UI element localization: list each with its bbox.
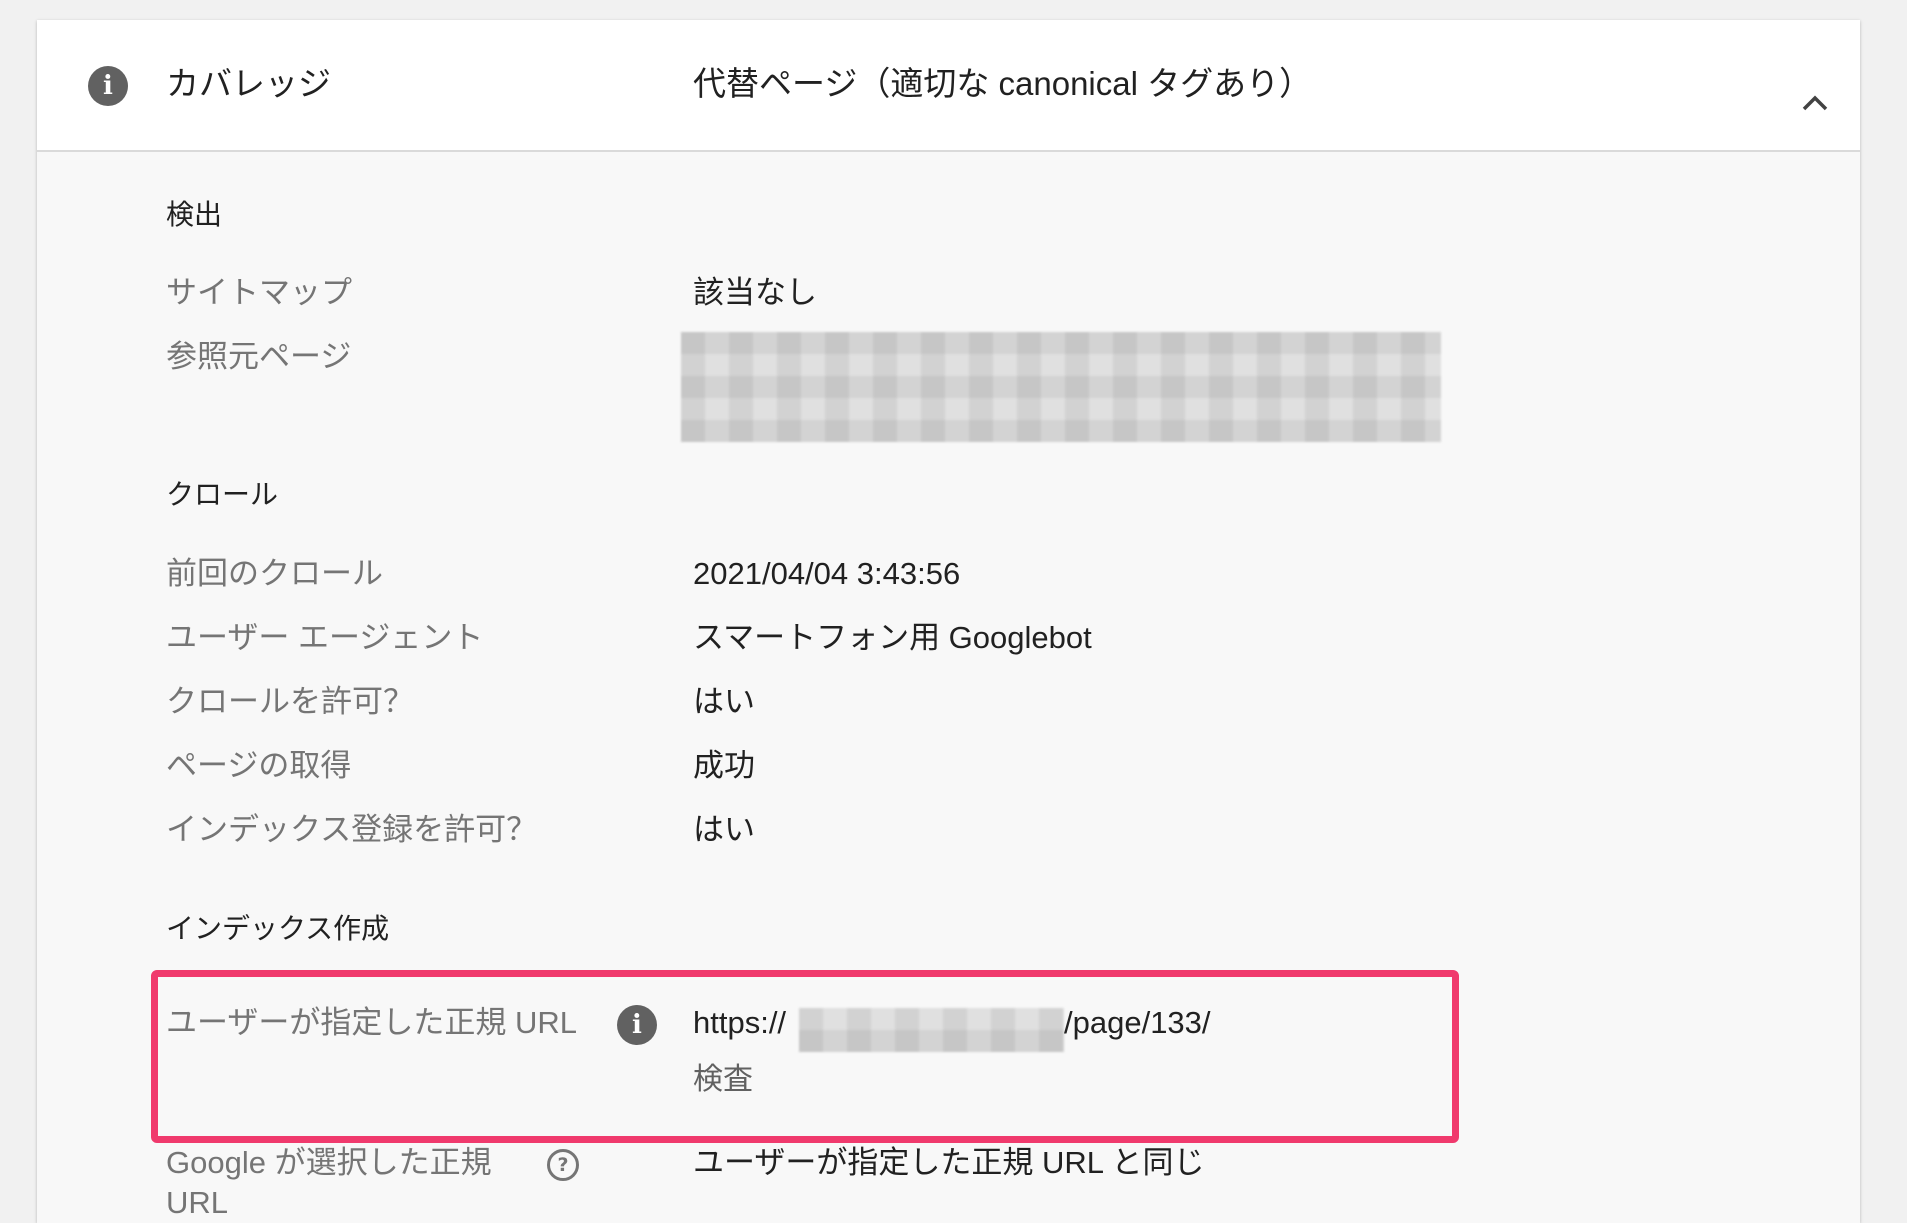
- user-canonical-url-prefix: https://: [693, 1005, 787, 1040]
- coverage-card: i カバレッジ 代替ページ（適切な canonical タグあり） 検出 サイト…: [37, 20, 1860, 1223]
- row-label-indexing-allowed: インデックス登録を許可？: [166, 812, 538, 847]
- row-label-referring-page: 参照元ページ: [166, 339, 352, 374]
- help-icon[interactable]: ?: [547, 1149, 579, 1181]
- row-label-page-fetch: ページの取得: [166, 748, 352, 783]
- row-value-page-fetch: 成功: [693, 748, 755, 783]
- row-label-user-canonical: ユーザーが指定した正規 URL: [166, 1005, 578, 1040]
- section-title-discovery: 検出: [166, 199, 223, 230]
- section-title-crawl: クロール: [166, 479, 279, 510]
- user-canonical-url-suffix: /page/133/: [1064, 1005, 1211, 1040]
- row-label-last-crawl: 前回のクロール: [166, 556, 383, 591]
- info-icon[interactable]: i: [88, 66, 128, 106]
- user-canonical-url-redacted: [799, 1008, 1064, 1052]
- highlight-box: [151, 970, 1459, 1143]
- coverage-header[interactable]: i カバレッジ 代替ページ（適切な canonical タグあり）: [37, 20, 1860, 152]
- row-label-sitemap: サイトマップ: [166, 275, 352, 310]
- row-value-indexing-allowed: はい: [693, 812, 755, 847]
- section-title-indexing: インデックス作成: [166, 913, 390, 944]
- row-value-last-crawl: 2021/04/04 3:43:56: [693, 556, 961, 591]
- header-label: カバレッジ: [166, 65, 331, 102]
- row-label-google-canonical-line2: URL: [166, 1185, 229, 1220]
- row-label-user-agent: ユーザー エージェント: [166, 620, 484, 655]
- row-value-crawl-allowed: はい: [693, 684, 755, 719]
- row-value-google-canonical: ユーザーが指定した正規 URL と同じ: [693, 1145, 1205, 1180]
- row-value-sitemap: 該当なし: [693, 275, 817, 310]
- info-icon[interactable]: i: [617, 1005, 657, 1045]
- row-label-crawl-allowed: クロールを許可？: [166, 684, 414, 719]
- row-value-user-agent: スマートフォン用 Googlebot: [693, 620, 1092, 655]
- inspect-link[interactable]: 検査: [693, 1062, 753, 1098]
- coverage-status: 代替ページ（適切な canonical タグあり）: [693, 65, 1313, 102]
- row-label-google-canonical: Google が選択した正規: [166, 1145, 492, 1180]
- chevron-up-icon[interactable]: [1797, 88, 1833, 118]
- referring-page-redacted: [681, 332, 1441, 442]
